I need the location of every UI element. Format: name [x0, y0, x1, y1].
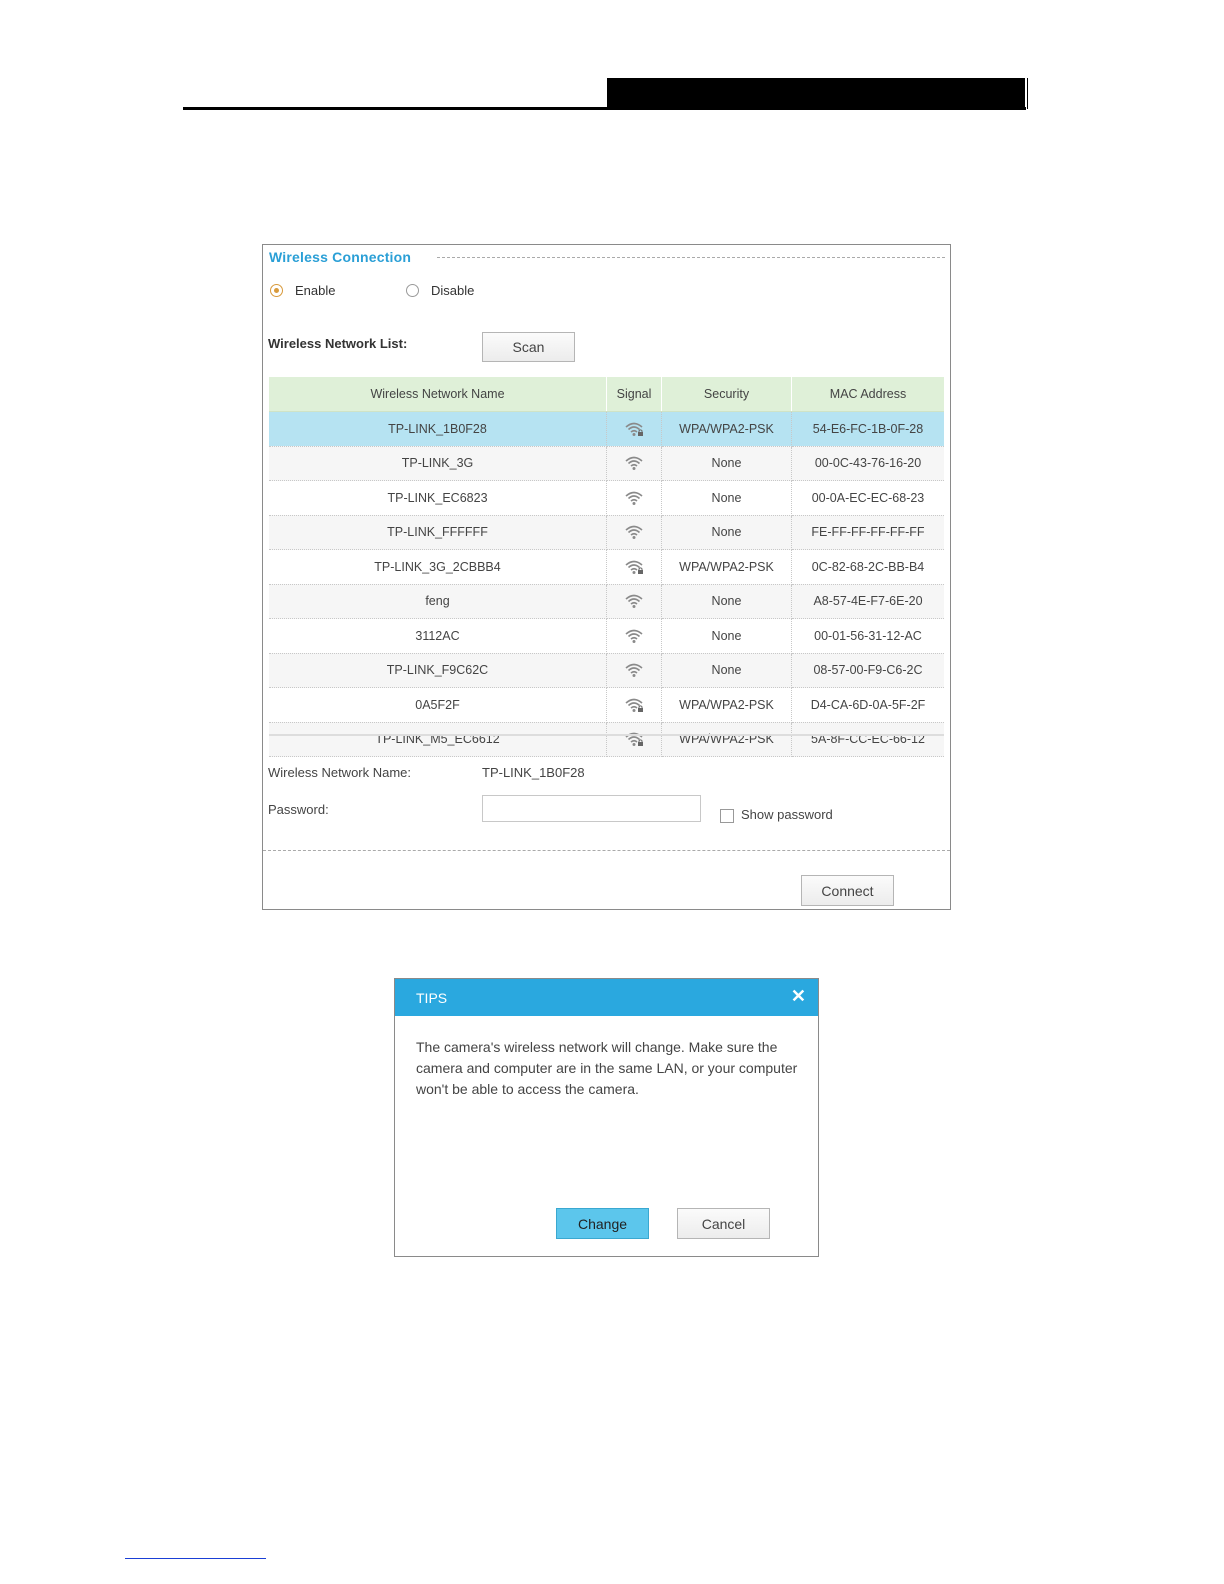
mac-address-cell: 5A-8F-CC-EC-66-12: [791, 722, 944, 757]
table-row[interactable]: 3112AC None 00-01-56-31-12-AC: [269, 618, 944, 654]
security-cell: WPA/WPA2-PSK: [661, 722, 792, 757]
password-label: Password:: [268, 802, 329, 817]
change-button[interactable]: Change: [556, 1208, 649, 1239]
network-name-cell: feng: [269, 584, 607, 619]
dialog-title: TIPS: [416, 990, 448, 1006]
enable-radio[interactable]: [270, 284, 283, 297]
wifi-locked-icon: [625, 698, 643, 712]
table-row[interactable]: TP-LINK_EC6823 None 00-0A-EC-EC-68-23: [269, 480, 944, 516]
network-name-cell: TP-LINK_F9C62C: [269, 653, 607, 688]
wifi-icon: [625, 594, 643, 609]
network-list-label: Wireless Network List:: [268, 336, 408, 351]
wifi-icon: [625, 629, 643, 643]
mac-address-cell: 00-01-56-31-12-AC: [791, 618, 944, 654]
wifi-icon: [625, 525, 643, 540]
table-bottom-border: [269, 734, 944, 736]
network-name-cell: TP-LINK_3G: [269, 446, 607, 481]
mac-address-cell: FE-FF-FF-FF-FF-FF: [791, 515, 944, 550]
mac-address-cell: 08-57-00-F9-C6-2C: [791, 653, 944, 688]
signal-cell: [606, 446, 662, 481]
network-name-cell: 3112AC: [269, 618, 607, 654]
table-row[interactable]: feng None A8-57-4E-F7-6E-20: [269, 584, 944, 619]
panel-title: Wireless Connection: [269, 249, 420, 265]
title-divider: [437, 257, 945, 258]
wifi-icon: [625, 456, 643, 471]
dialog-header: TIPS ✕: [395, 979, 818, 1016]
security-cell: None: [661, 653, 792, 688]
cancel-button[interactable]: Cancel: [677, 1208, 770, 1239]
signal-cell: [606, 480, 662, 516]
table-row[interactable]: 0A5F2F WPA/WPA2-PSK D4-CA-6D-0A-5F-2F: [269, 687, 944, 723]
connect-button[interactable]: Connect: [801, 875, 894, 906]
signal-cell: [606, 618, 662, 654]
security-cell: WPA/WPA2-PSK: [661, 687, 792, 723]
header-rule: [183, 107, 1026, 110]
security-cell: WPA/WPA2-PSK: [661, 549, 792, 585]
mac-address-cell: 00-0C-43-76-16-20: [791, 446, 944, 481]
table-header-row: Wireless Network Name Signal Security MA…: [269, 377, 944, 412]
mac-address-cell: A8-57-4E-F7-6E-20: [791, 584, 944, 619]
signal-cell: [606, 722, 662, 757]
wifi-icon: [625, 491, 643, 505]
network-name-cell: TP-LINK_3G_2CBBB4: [269, 549, 607, 585]
close-icon[interactable]: ✕: [791, 986, 806, 1007]
table-row[interactable]: TP-LINK_3G None 00-0C-43-76-16-20: [269, 446, 944, 481]
mac-address-cell: 00-0A-EC-EC-68-23: [791, 480, 944, 516]
show-password-label: Show password: [741, 807, 833, 822]
security-cell: None: [661, 480, 792, 516]
signal-cell: [606, 584, 662, 619]
mac-address-cell: 54-E6-FC-1B-0F-28: [791, 411, 944, 447]
signal-cell: [606, 515, 662, 550]
wifi-locked-icon: [625, 422, 643, 436]
table-row[interactable]: TP-LINK_1B0F28 WPA/WPA2-PSK 54-E6-FC-1B-0F…: [269, 411, 944, 447]
network-name-cell: TP-LINK_EC6823: [269, 480, 607, 516]
password-input[interactable]: [482, 795, 701, 822]
disable-option[interactable]: Disable: [406, 283, 474, 298]
tips-dialog: TIPS ✕ The camera's wireless network wil…: [394, 978, 819, 1257]
table-row[interactable]: TP-LINK_3G_2CBBB4 WPA/WPA2-PSK 0C-82-68-2C…: [269, 549, 944, 585]
header-black-bar: [607, 78, 1028, 109]
network-name-label: Wireless Network Name:: [268, 765, 412, 780]
signal-cell: [606, 411, 662, 447]
security-cell: None: [661, 584, 792, 619]
signal-cell: [606, 687, 662, 723]
wifi-icon: [625, 663, 643, 678]
network-name-cell: TP-LINK_M5_EC6612: [269, 722, 607, 757]
show-password-checkbox[interactable]: [720, 809, 734, 823]
security-cell: WPA/WPA2-PSK: [661, 411, 792, 447]
wifi-locked-icon: [625, 560, 643, 574]
network-table: Wireless Network Name Signal Security MA…: [269, 377, 944, 757]
disable-radio[interactable]: [406, 284, 419, 297]
network-name-cell: 0A5F2F: [269, 687, 607, 723]
mac-address-cell: D4-CA-6D-0A-5F-2F: [791, 687, 944, 723]
col-mac-address: MAC Address: [791, 377, 944, 412]
col-signal: Signal: [606, 377, 662, 412]
table-row[interactable]: TP-LINK_F9C62C None 08-57-00-F9-C6-2C: [269, 653, 944, 688]
dialog-message: The camera's wireless network will chang…: [416, 1039, 798, 1097]
wireless-connection-panel: Wireless Connection Enable Disable Wirel…: [262, 244, 951, 910]
col-network-name: Wireless Network Name: [269, 377, 607, 412]
footer-link-underline: [125, 1558, 266, 1559]
security-cell: None: [661, 618, 792, 654]
footer-divider: [263, 850, 950, 851]
signal-cell: [606, 549, 662, 585]
col-security: Security: [661, 377, 792, 412]
network-name-cell: TP-LINK_FFFFFF: [269, 515, 607, 550]
mac-address-cell: 0C-82-68-2C-BB-B4: [791, 549, 944, 585]
disable-label: Disable: [431, 283, 475, 298]
enable-label: Enable: [295, 283, 336, 298]
scan-button[interactable]: Scan: [482, 332, 575, 362]
signal-cell: [606, 653, 662, 688]
enable-option[interactable]: Enable: [270, 283, 335, 298]
table-row[interactable]: TP-LINK_FFFFFF None FE-FF-FF-FF-FF-FF: [269, 515, 944, 550]
network-name-value: TP-LINK_1B0F28: [482, 765, 585, 780]
table-row[interactable]: TP-LINK_M5_EC6612 WPA/WPA2-PSK 5A-8F-CC-EC…: [269, 722, 944, 757]
security-cell: None: [661, 515, 792, 550]
network-name-cell: TP-LINK_1B0F28: [269, 411, 607, 447]
security-cell: None: [661, 446, 792, 481]
